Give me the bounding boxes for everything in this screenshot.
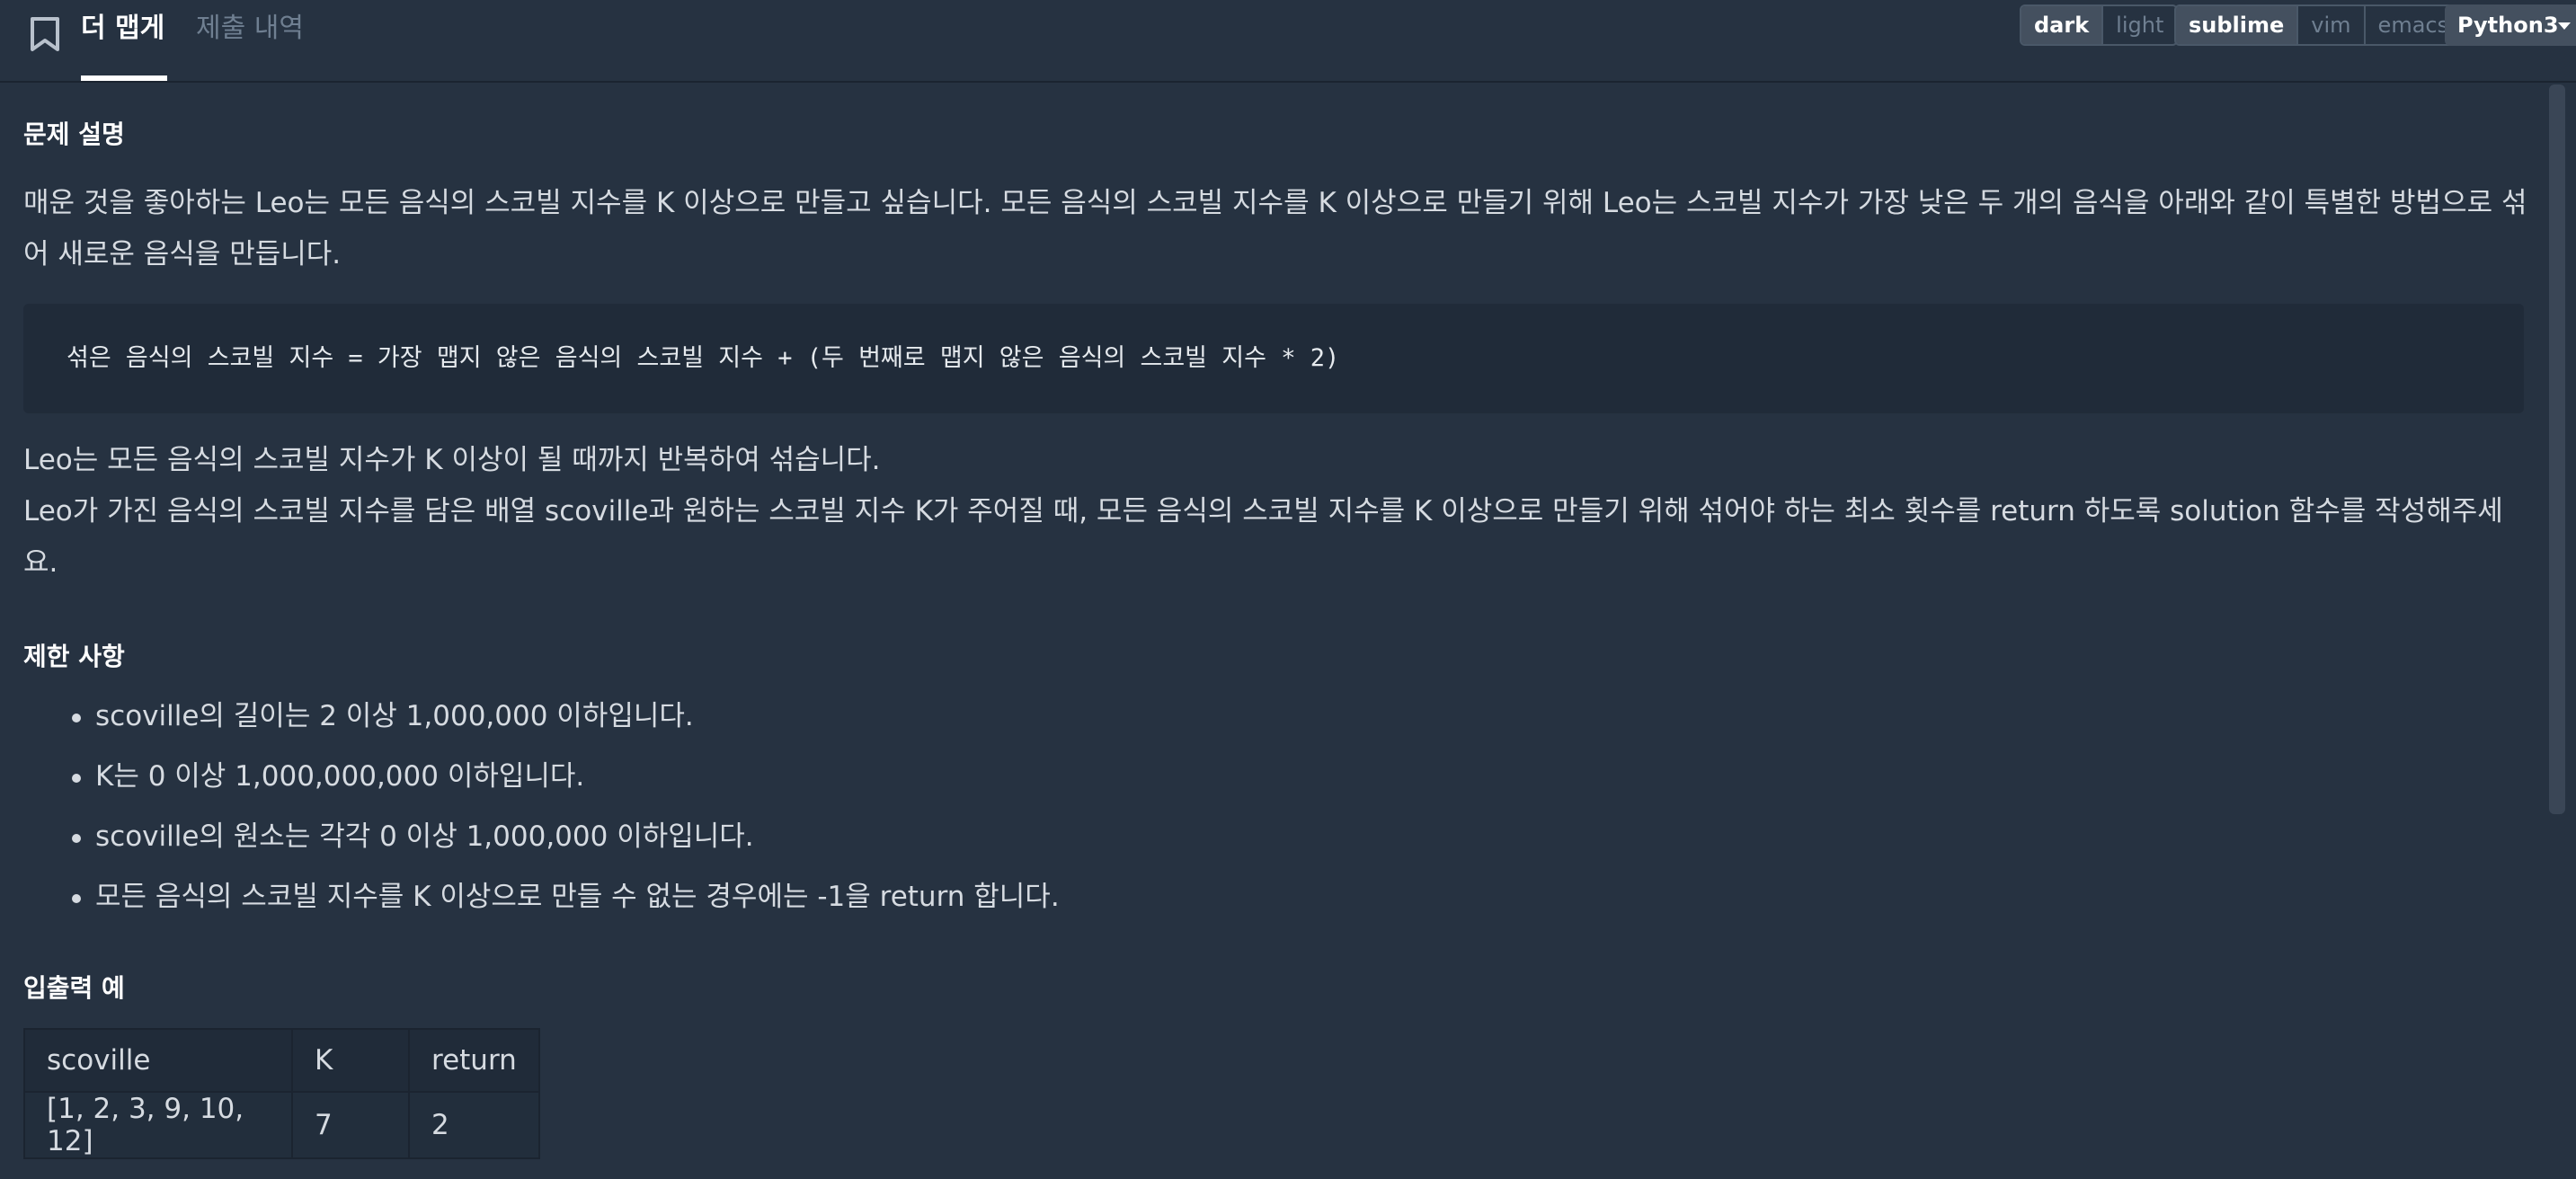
list-item: scoville의 길이는 2 이상 1,000,000 이하입니다. [23,687,1060,747]
language-select-label: Python3 [2457,13,2559,38]
keymap-sublime-button[interactable]: sublime [2176,6,2297,44]
language-select[interactable]: Python3 [2445,4,2576,46]
column-header: return [408,1028,540,1093]
examples-heading: 입출력 예 [23,973,125,1003]
theme-dark-button[interactable]: dark [2021,6,2102,44]
formula-code-block: 섞은 음식의 스코빌 지수 = 가장 맵지 않은 음식의 스코빌 지수 + (두… [23,304,2524,413]
table-cell: 2 [408,1091,540,1159]
constraints-heading: 제한 사항 [23,642,125,671]
active-tab-indicator [81,75,167,81]
list-item: K는 0 이상 1,000,000,000 이하입니다. [23,747,1060,807]
task-paragraph: Leo가 가진 음식의 스코빌 지수를 담은 배열 scoville과 원하는 … [23,495,2503,579]
list-item: 모든 음식의 스코빌 지수를 K 이상으로 만들 수 없는 경우에는 -1을 r… [23,867,1060,927]
list-item: scoville의 원소는 각각 0 이상 1,000,000 이하입니다. [23,807,1060,867]
theme-light-button[interactable]: light [2101,6,2176,44]
intro-paragraph: 매운 것을 좋아하는 Leo는 모든 음식의 스코빌 지수를 K 이상으로 만들… [23,187,2527,270]
top-bar: 더 맵게 제출 내역 dark light sublime vim emacs … [0,0,2576,83]
description-heading: 문제 설명 [23,120,125,149]
table-header-row: scoville K return [23,1028,540,1093]
repeat-paragraph: Leo는 모든 음식의 스코빌 지수가 K 이상이 될 때까지 반복하여 섞습니… [23,444,881,476]
keymap-toggle: sublime vim emacs [2174,4,2464,46]
column-header: K [291,1028,410,1093]
tab-problem[interactable]: 더 맵게 [81,11,164,47]
table-cell: 7 [291,1091,410,1159]
keymap-vim-button[interactable]: vim [2296,6,2363,44]
table-cell: [1, 2, 3, 9, 10, 12] [23,1091,293,1159]
table-row: [1, 2, 3, 9, 10, 12] 7 2 [23,1091,540,1159]
chevron-down-icon [2558,22,2571,30]
tab-submission-history[interactable]: 제출 내역 [196,11,304,47]
constraints-list: scoville의 길이는 2 이상 1,000,000 이하입니다. K는 0… [23,687,1060,927]
examples-table: scoville K return [1, 2, 3, 9, 10, 12] 7… [23,1028,540,1159]
scrollbar[interactable] [2549,84,2565,814]
bookmark-icon[interactable] [29,16,61,52]
column-header: scoville [23,1028,293,1093]
theme-toggle: dark light [2020,4,2179,46]
